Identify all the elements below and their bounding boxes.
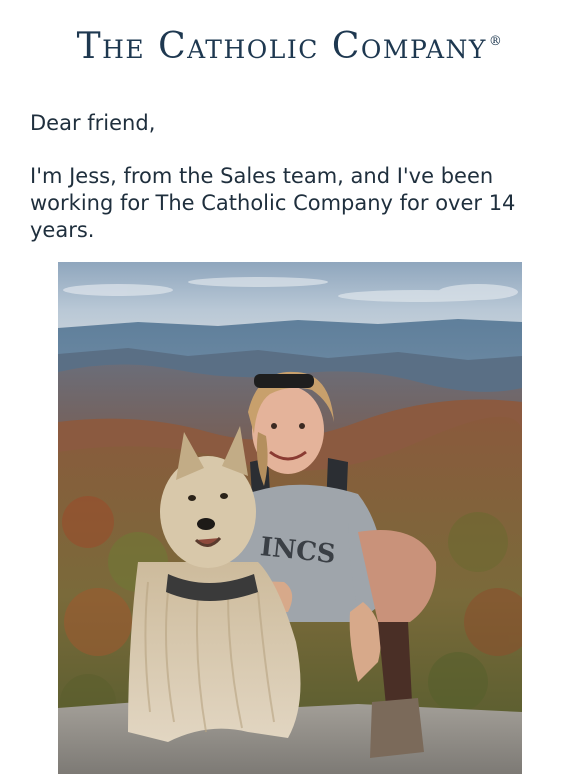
letter-intro: I'm Jess, from the Sales team, and I've … [30, 164, 516, 242]
letter-body: Dear friend, I'm Jess, from the Sales te… [0, 110, 580, 244]
photo-illustration: INCS [58, 262, 522, 774]
letter-greeting: Dear friend, [30, 111, 156, 135]
brand-name: The Catholic Company [76, 25, 487, 67]
registered-mark: ® [488, 33, 504, 49]
brand-logo[interactable]: The Catholic Company ® [77, 26, 504, 67]
photo-jess-with-dog: INCS [58, 262, 522, 774]
email-header: The Catholic Company ® [0, 0, 580, 92]
